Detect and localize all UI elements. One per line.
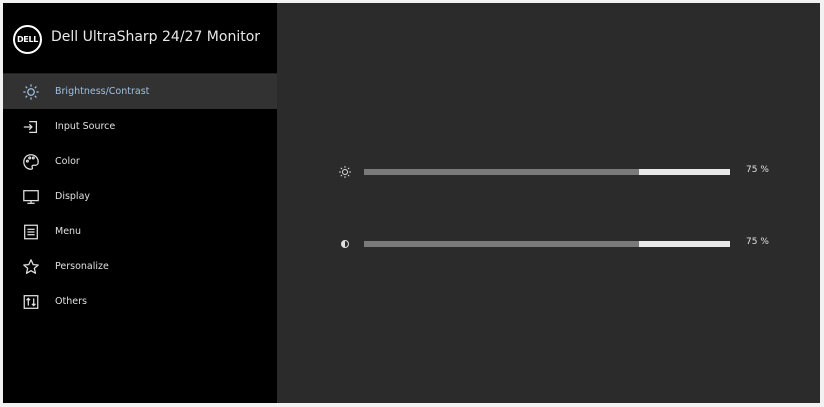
menu-item-brightness-contrast[interactable]: Brightness/Contrast bbox=[3, 74, 277, 109]
contrast-slider-row: 75 % bbox=[337, 236, 777, 252]
menu-item-personalize[interactable]: Personalize bbox=[3, 249, 277, 284]
monitor-model-title: Dell UltraSharp 24/27 Monitor bbox=[51, 29, 261, 45]
others-icon bbox=[21, 292, 41, 312]
brightness-value: 75 % bbox=[746, 165, 769, 175]
menu-item-label: Color bbox=[55, 156, 80, 167]
menu-item-display[interactable]: Display bbox=[3, 179, 277, 214]
menu-item-color[interactable]: Color bbox=[3, 144, 277, 179]
star-icon bbox=[21, 257, 41, 277]
menu-item-label: Brightness/Contrast bbox=[55, 86, 150, 97]
brightness-slider[interactable] bbox=[364, 169, 730, 175]
menu-icon bbox=[21, 222, 41, 242]
contrast-slider[interactable] bbox=[364, 241, 730, 247]
dell-logo: DELL bbox=[13, 25, 42, 54]
osd-menu: Brightness/Contrast Input Source Color D… bbox=[3, 74, 277, 319]
brightness-slider-fill bbox=[364, 169, 639, 175]
menu-item-label: Menu bbox=[55, 226, 82, 237]
menu-item-label: Display bbox=[55, 191, 91, 202]
menu-item-input-source[interactable]: Input Source bbox=[3, 109, 277, 144]
brightness-slider-row: 75 % bbox=[337, 164, 777, 180]
palette-icon bbox=[21, 152, 41, 172]
menu-item-label: Input Source bbox=[55, 121, 116, 132]
menu-item-label: Personalize bbox=[55, 261, 109, 272]
menu-item-label: Others bbox=[55, 296, 87, 307]
menu-item-others[interactable]: Others bbox=[3, 284, 277, 319]
input-source-icon bbox=[21, 117, 41, 137]
osd-window: DELL Dell UltraSharp 24/27 Monitor Brigh… bbox=[3, 3, 820, 403]
contrast-value: 75 % bbox=[746, 237, 769, 247]
settings-panel: 75 % 75 % bbox=[277, 3, 820, 403]
contrast-slider-fill bbox=[364, 241, 639, 247]
contrast-icon bbox=[337, 236, 353, 252]
osd-header: DELL Dell UltraSharp 24/27 Monitor bbox=[3, 3, 277, 74]
brightness-icon bbox=[21, 82, 41, 102]
menu-item-menu[interactable]: Menu bbox=[3, 214, 277, 249]
brightness-icon bbox=[337, 164, 353, 180]
display-icon bbox=[21, 187, 41, 207]
dell-logo-text: DELL bbox=[16, 35, 39, 44]
sidebar: DELL Dell UltraSharp 24/27 Monitor Brigh… bbox=[3, 3, 277, 403]
